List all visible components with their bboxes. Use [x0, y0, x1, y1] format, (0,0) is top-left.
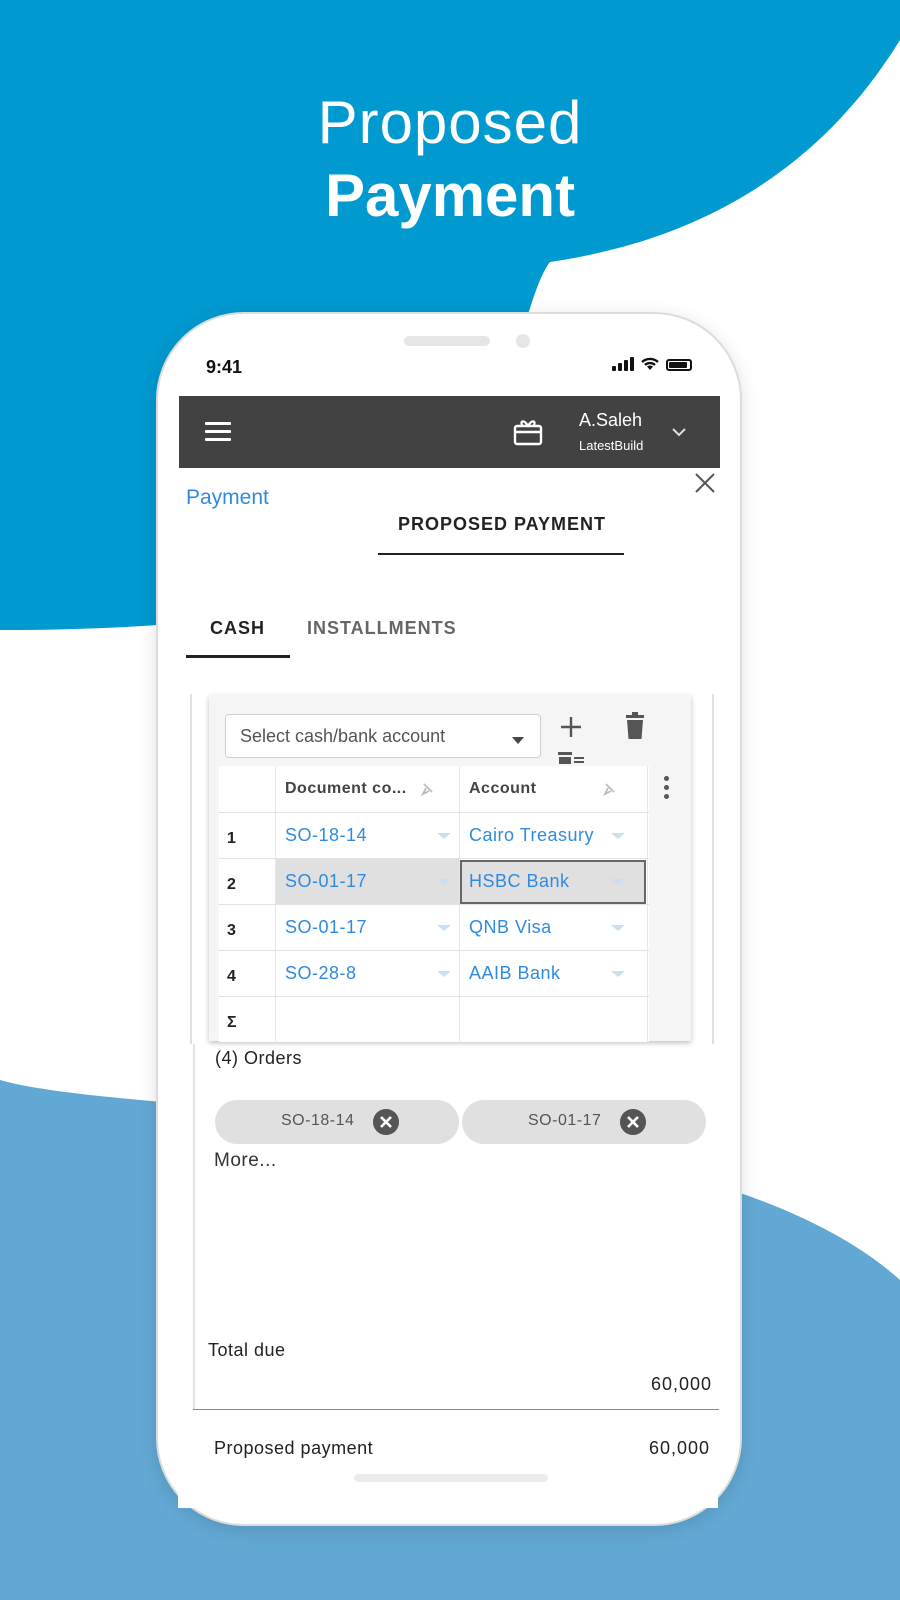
cell-dropdown-icon[interactable] — [437, 879, 451, 885]
battery-icon — [666, 359, 692, 371]
cell-dropdown-icon[interactable] — [437, 925, 451, 931]
pin-icon[interactable] — [603, 782, 617, 796]
hero-line-1: Proposed — [317, 89, 583, 156]
tab-proposed-payment[interactable]: PROPOSED PAYMENT — [380, 514, 624, 535]
remove-chip-icon[interactable] — [373, 1109, 399, 1135]
select-placeholder: Select cash/bank account — [240, 726, 446, 746]
cell-dropdown-icon[interactable] — [437, 833, 451, 839]
column-header-account[interactable]: Account — [469, 766, 537, 812]
gift-icon[interactable] — [513, 418, 543, 446]
cash-tab-indicator — [186, 655, 290, 658]
subtab-cash[interactable]: CASH — [210, 618, 265, 639]
row-number: 2 — [227, 876, 236, 893]
cell-dropdown-icon[interactable] — [611, 833, 625, 839]
app-bar: A.Saleh LatestBuild — [179, 396, 720, 468]
close-icon[interactable] — [694, 472, 716, 494]
front-camera — [516, 334, 530, 348]
phone-bottom-bezel — [178, 1458, 718, 1508]
delete-icon[interactable] — [624, 712, 646, 740]
more-orders-link[interactable]: More... — [214, 1150, 277, 1172]
delete-all-icon[interactable] — [556, 750, 586, 764]
table-sum-row: Σ — [219, 996, 649, 1042]
cash-bank-account-select[interactable]: Select cash/bank account — [225, 714, 541, 758]
proposed-payment-label: Proposed payment — [214, 1438, 374, 1458]
more-vert-icon[interactable] — [664, 776, 670, 802]
home-indicator — [354, 1474, 548, 1482]
orders-title: (4) Orders — [215, 1048, 303, 1068]
table-row[interactable]: 2 SO-01-17 HSBC Bank — [219, 858, 649, 904]
total-due-label: Total due — [208, 1340, 286, 1360]
table-row[interactable]: 4 SO-28-8 AAIB Bank — [219, 950, 649, 996]
chip-label: SO-18-14 — [281, 1112, 355, 1129]
order-chip[interactable]: SO-01-17 — [462, 1100, 706, 1144]
order-chip[interactable]: SO-18-14 — [215, 1100, 459, 1144]
hero-line-2: Payment — [324, 162, 576, 229]
active-tab-indicator — [378, 553, 624, 555]
row-number: 1 — [227, 830, 236, 847]
proposed-payment-value: 60,000 — [648, 1438, 710, 1458]
total-due-value: 60,000 — [650, 1374, 712, 1394]
promo-stage: Proposed Payment 9:41 A.Saleh LatestBuil… — [0, 0, 900, 1600]
table-row[interactable]: 3 SO-01-17 QNB Visa — [219, 904, 649, 950]
status-icons — [612, 356, 692, 371]
sum-symbol: Σ — [227, 1014, 237, 1031]
row-number: 3 — [227, 922, 236, 939]
cell-dropdown-icon[interactable] — [437, 971, 451, 977]
allocation-table: Document co... Account 1 SO-18-14 Cairo … — [219, 766, 649, 1042]
add-row-icon[interactable] — [558, 714, 584, 740]
column-header-document[interactable]: Document co... — [285, 766, 407, 812]
pin-icon[interactable] — [421, 782, 435, 796]
cell-dropdown-icon[interactable] — [611, 925, 625, 931]
breadcrumb-payment[interactable]: Payment — [186, 486, 269, 510]
speaker-grille — [404, 336, 490, 346]
cell-dropdown-icon[interactable] — [611, 971, 625, 977]
table-row[interactable]: 1 SO-18-14 Cairo Treasury — [219, 812, 649, 858]
chip-label: SO-01-17 — [528, 1112, 602, 1129]
remove-chip-icon[interactable] — [620, 1109, 646, 1135]
chevron-down-icon[interactable] — [671, 424, 687, 440]
content-edge — [193, 1044, 195, 1410]
user-name[interactable]: A.Saleh — [579, 410, 642, 431]
status-time: 9:41 — [206, 357, 243, 377]
signal-icon — [612, 357, 634, 371]
hero-title: Proposed Payment — [0, 88, 900, 234]
hamburger-icon[interactable] — [205, 422, 231, 442]
totals-divider — [193, 1409, 719, 1410]
user-subtitle: LatestBuild — [579, 438, 644, 453]
cell-dropdown-icon[interactable] — [611, 879, 625, 885]
wifi-icon — [641, 357, 659, 370]
dropdown-caret-icon — [512, 737, 524, 744]
subtab-installments[interactable]: INSTALLMENTS — [307, 618, 457, 639]
row-number: 4 — [227, 968, 236, 985]
